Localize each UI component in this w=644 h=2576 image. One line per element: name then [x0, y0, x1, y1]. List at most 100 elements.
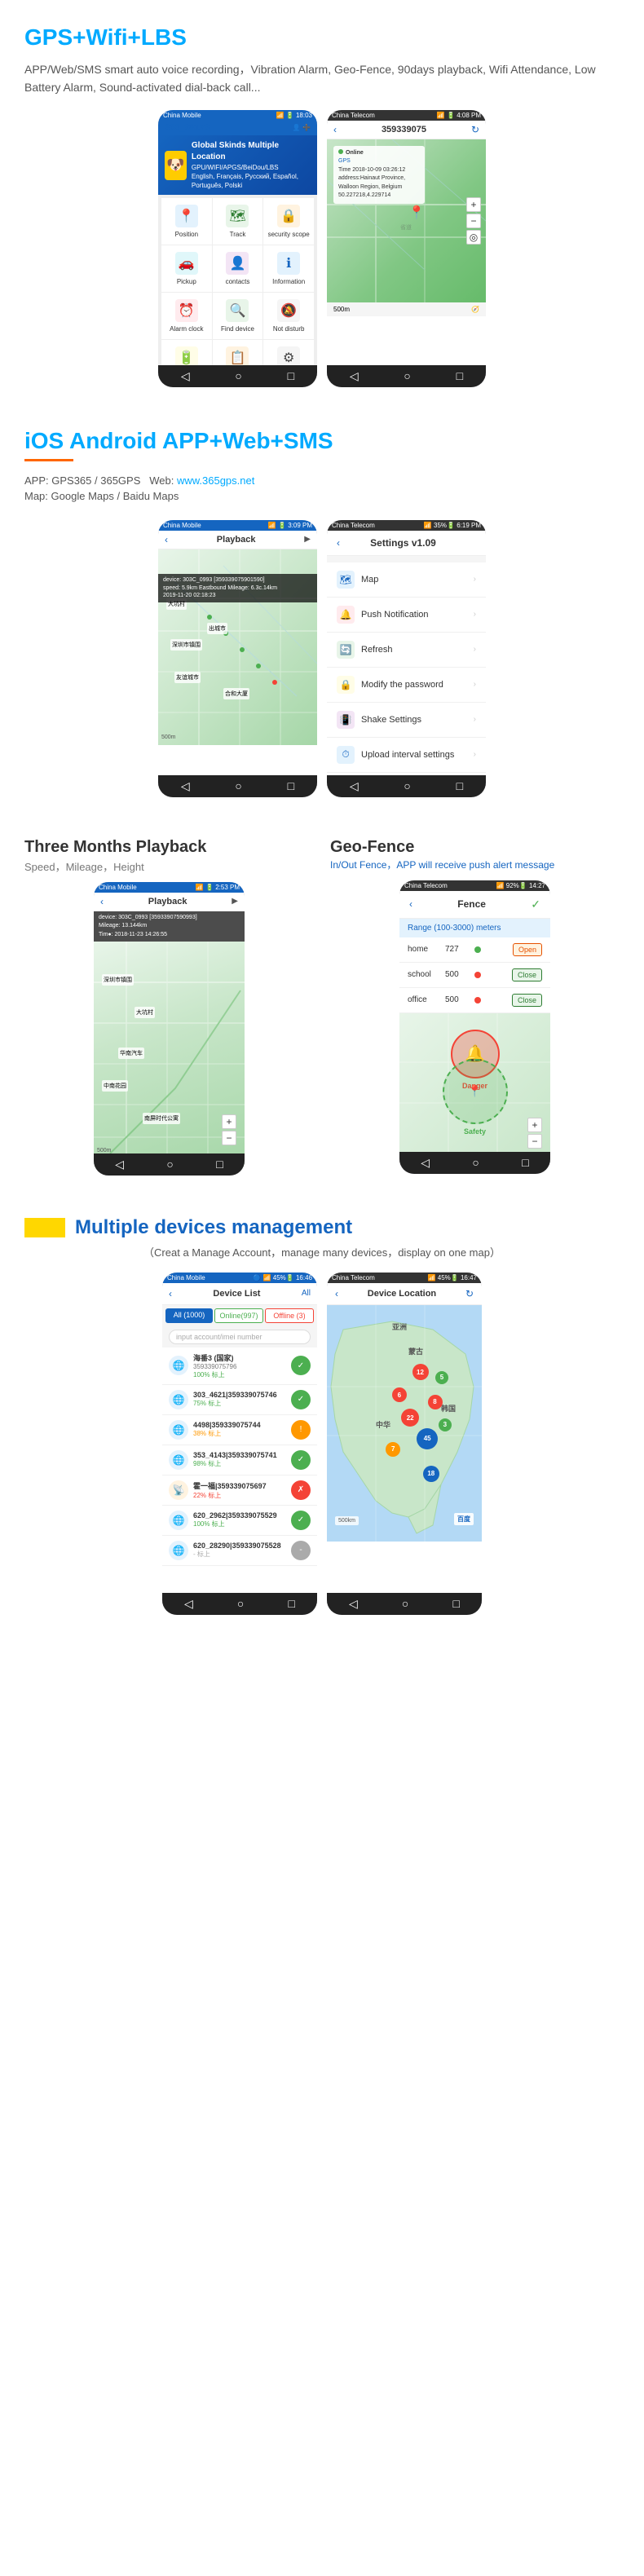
chevron-password: ›: [474, 680, 476, 689]
map-scale: 500m: [161, 734, 176, 740]
nav-home-3[interactable]: ○: [235, 779, 241, 793]
playback-phone-frame: China Mobile 📶 🔋 3:09 PM ‹ Playback ▶ de…: [158, 520, 317, 797]
device-item-4[interactable]: 🌐 353_4143|359339075741 98% 标上 ✓: [162, 1445, 317, 1475]
nav-recent-8[interactable]: □: [452, 1597, 459, 1611]
city-p2-2: 大坑村: [135, 1007, 155, 1018]
fence-school[interactable]: school 500 Close: [399, 963, 550, 988]
nav-recent-7[interactable]: □: [288, 1597, 294, 1611]
zoom-out-fence[interactable]: −: [527, 1134, 542, 1149]
nav-recent-4[interactable]: □: [457, 779, 463, 793]
fence-open-btn[interactable]: Open: [513, 943, 542, 956]
tab-online[interactable]: Online(997): [214, 1308, 263, 1323]
device-item-5[interactable]: 📡 霍一福|359339075697 22% 标上 ✗: [162, 1475, 317, 1506]
locate-btn[interactable]: ◎: [466, 230, 481, 245]
playback2-status: China Mobile 📶 🔋 2:53 PM: [94, 882, 245, 893]
nav-home-2[interactable]: ○: [404, 369, 410, 383]
settings-push-notification[interactable]: 🔔 Push Notification ›: [327, 598, 486, 633]
settings-upload-interval[interactable]: ⏱ Upload interval settings ›: [327, 738, 486, 773]
city-label-4: 友谊城市: [174, 672, 201, 683]
playback-subtitle: Speed，Mileage，Height: [24, 858, 314, 874]
menu-alarm-clock[interactable]: ⏰ Alarm clock: [161, 293, 212, 339]
fence-close-btn-office[interactable]: Close: [512, 994, 542, 1007]
playback2-header: ‹ Playback ▶: [94, 893, 245, 911]
settings-refresh[interactable]: 🔄 Refresh ›: [327, 633, 486, 668]
menu-information[interactable]: ℹ Information: [263, 245, 314, 292]
fence-home[interactable]: home 727 Open: [399, 937, 550, 963]
search-input[interactable]: input account/imei number: [169, 1330, 311, 1344]
device-status-dot-2: ✓: [291, 1390, 311, 1409]
zoom-out-btn[interactable]: −: [466, 214, 481, 228]
nav-home-6[interactable]: ○: [472, 1156, 479, 1170]
nav-recent-6[interactable]: □: [522, 1156, 528, 1170]
device-item-7[interactable]: 🌐 620_28290|359339075528 - 标上 -: [162, 1536, 317, 1566]
settings-list: 🗺 Map › 🔔 Push Notification › 🔄 Refresh …: [327, 562, 486, 797]
section4-subtitle: （Creat a Manage Account，manage many devi…: [24, 1244, 620, 1259]
playback2-nav-bar: ◁ ○ □: [94, 1153, 245, 1176]
menu-contacts[interactable]: 👤 contacts: [213, 245, 263, 292]
menu-security-scope[interactable]: 🔒 security scope: [263, 198, 314, 245]
fence-office[interactable]: office 500 Close: [399, 988, 550, 1013]
tab-all[interactable]: All (1000): [165, 1308, 213, 1323]
phone1-frame: China Mobile 📶 🔋 18:03 303_98179 👤 ➕ 🐶 G…: [158, 110, 317, 387]
nav-back-3[interactable]: ◁: [181, 779, 190, 793]
menu-not-disturb[interactable]: 🔕 Not disturb: [263, 293, 314, 339]
device-items-list: 🌐 海番3 (国家) 359339075796 100% 标上 ✓ 🌐 303_…: [162, 1348, 317, 1566]
menu-position[interactable]: 📍 Position: [161, 198, 212, 245]
search-bar: input account/imei number: [162, 1326, 317, 1348]
section4-header: Multiple devices management: [24, 1216, 620, 1239]
device-info-3: 4498|359339075744 38% 标上: [193, 1421, 286, 1438]
cluster-4: 3: [439, 1418, 452, 1431]
zoom-in-2[interactable]: +: [222, 1114, 236, 1129]
phones-row-1: China Mobile 📶 🔋 18:03 303_98179 👤 ➕ 🐶 G…: [24, 110, 620, 387]
device-item-6[interactable]: 🌐 620_2962|359339075529 100% 标上 ✓: [162, 1506, 317, 1536]
zoom-in-fence[interactable]: +: [527, 1118, 542, 1132]
device-status-dot-4: ✓: [291, 1450, 311, 1470]
upload-icon: ⏱: [337, 746, 355, 764]
menu-track[interactable]: 🗺 Track: [213, 198, 263, 245]
menu-pickup[interactable]: 🚗 Pickup: [161, 245, 212, 292]
device-icon-5: 📡: [169, 1480, 188, 1500]
disturb-icon: 🔕: [277, 299, 300, 322]
nav-back-6[interactable]: ◁: [421, 1156, 430, 1170]
phone1-nav-bar: ◁ ○ □: [158, 365, 317, 387]
nav-back-5[interactable]: ◁: [115, 1158, 124, 1171]
cluster-2: 8: [428, 1395, 443, 1409]
settings-map[interactable]: 🗺 Map ›: [327, 562, 486, 598]
fence-phone: China Telecom 📶 92%🔋 14:27 ‹ Fence ✓ Ran…: [399, 880, 550, 1174]
nav-recent-5[interactable]: □: [216, 1158, 223, 1171]
settings-modify-password[interactable]: 🔒 Modify the password ›: [327, 668, 486, 703]
playback2-device-info: device: 303C_0993 [35933907590993] Milea…: [94, 911, 245, 942]
device-item-2[interactable]: 🌐 303_4621|359339075746 75% 标上 ✓: [162, 1385, 317, 1415]
playback2-screen: China Mobile 📶 🔋 2:53 PM ‹ Playback ▶ de…: [94, 882, 245, 1176]
zoom-out-2[interactable]: −: [222, 1131, 236, 1145]
nav-home[interactable]: ○: [235, 369, 241, 383]
nav-home-7[interactable]: ○: [237, 1597, 244, 1611]
section2-divider: [24, 459, 73, 461]
fence-range-label: Range (100-3000) meters: [399, 919, 550, 937]
nav-recent-2[interactable]: □: [457, 369, 463, 383]
zoom-in-btn[interactable]: +: [466, 197, 481, 212]
fence-close-btn-school[interactable]: Close: [512, 968, 542, 981]
fence-header: ‹ Fence ✓: [399, 891, 550, 919]
device-item-1[interactable]: 🌐 海番3 (国家) 359339075796 100% 标上 ✓: [162, 1348, 317, 1385]
device-item-3[interactable]: 🌐 4498|359339075744 38% 标上 !: [162, 1415, 317, 1445]
device-status-dot-1: ✓: [291, 1356, 311, 1375]
route-dot-3: [240, 647, 245, 652]
route-dot-1: [207, 615, 212, 620]
nav-recent-3[interactable]: □: [288, 779, 294, 793]
menu-find-device[interactable]: 🔍 Find device: [213, 293, 263, 339]
cluster-3: 45: [417, 1428, 438, 1449]
nav-back-4[interactable]: ◁: [350, 779, 359, 793]
nav-home-8[interactable]: ○: [402, 1597, 408, 1611]
nav-back-7[interactable]: ◁: [184, 1597, 193, 1611]
nav-back-2[interactable]: ◁: [350, 369, 359, 383]
nav-home-5[interactable]: ○: [166, 1158, 173, 1171]
settings-header: ‹ Settings v1.09: [327, 531, 486, 556]
route-dot-4: [256, 664, 261, 668]
nav-home-4[interactable]: ○: [404, 779, 410, 793]
nav-back[interactable]: ◁: [181, 369, 190, 383]
settings-shake[interactable]: 📳 Shake Settings ›: [327, 703, 486, 738]
nav-back-8[interactable]: ◁: [349, 1597, 358, 1611]
nav-recent[interactable]: □: [288, 369, 294, 383]
tab-offline[interactable]: Offline (3): [265, 1308, 314, 1323]
